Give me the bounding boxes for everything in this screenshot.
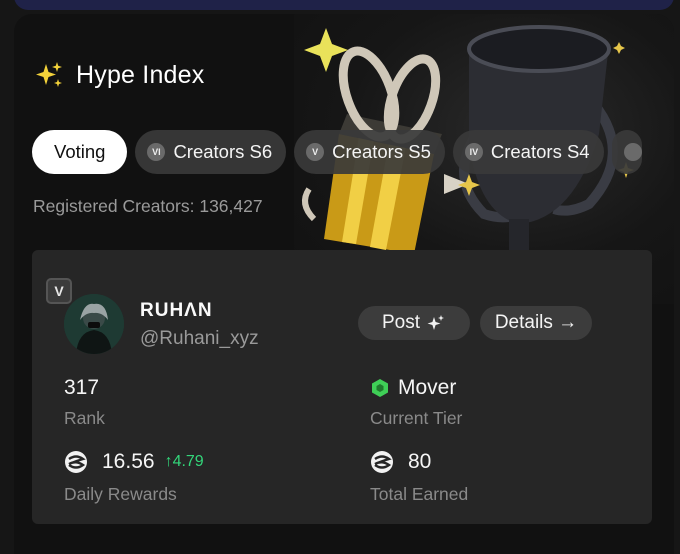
tab-label: Voting — [54, 141, 106, 162]
user-handle[interactable]: @Ruhani_xyz — [140, 328, 259, 350]
tier-value-row: Mover — [370, 376, 456, 400]
title-row: Hype Index — [34, 60, 204, 90]
daily-rewards-row: 16.56 ↑4.79 — [64, 450, 204, 474]
post-button-label: Post — [381, 312, 421, 333]
tab-label: Creators S6 — [173, 141, 273, 162]
hexagon-tier-icon — [372, 379, 388, 397]
total-earned-label: Total Earned — [370, 484, 469, 504]
season-badge-icon: V — [306, 143, 325, 161]
tab-label: Creators S4 — [490, 141, 590, 162]
coin-icon — [65, 451, 87, 473]
tab-creators-s6[interactable]: VI Creators S6 — [135, 130, 287, 174]
season-tabs: Voting VI Creators S6 V Creators S5 IV C… — [32, 130, 642, 174]
star-icon — [613, 42, 625, 54]
total-earned-row: 80 — [370, 450, 431, 474]
daily-rewards-delta: ↑4.79 — [164, 453, 204, 470]
tab-creators-s4[interactable]: IV Creators S4 — [452, 130, 604, 174]
rank-value: 317 — [64, 376, 100, 399]
sparkle-icon — [36, 62, 62, 87]
daily-rewards-value: 16.56 — [102, 450, 155, 473]
registered-creators: Registered Creators: 136,427 — [33, 196, 263, 217]
registered-label: Registered Creators: — [33, 196, 195, 216]
creator-card: V RUHΛN @Ruhani_xyz Post Details → 317 R… — [32, 250, 652, 524]
season-badge-icon: VI — [147, 143, 166, 161]
post-button[interactable]: Post — [358, 306, 470, 340]
registered-count: 136,427 — [199, 196, 263, 216]
avatar-image — [64, 294, 124, 354]
details-button[interactable]: Details → — [480, 306, 592, 340]
tab-creators-s5[interactable]: V Creators S5 — [294, 130, 445, 174]
top-banner-edge — [14, 0, 674, 10]
daily-rewards-label: Daily Rewards — [64, 484, 177, 504]
coin-icon — [371, 451, 393, 473]
tab-label: Creators S5 — [332, 141, 431, 162]
tier-label: Current Tier — [370, 408, 463, 428]
total-earned-value: 80 — [408, 450, 432, 473]
sparkle-icon — [427, 315, 445, 330]
page-title: Hype Index — [76, 60, 205, 89]
hype-index-panel: Hype Index Voting VI Creators S6 V Creat… — [14, 14, 674, 554]
tab-voting[interactable]: Voting — [32, 130, 128, 174]
season-badge-icon: V — [46, 278, 72, 304]
season-badge-icon: IV — [464, 143, 483, 161]
user-name: RUHΛN — [140, 300, 213, 321]
tab-overflow[interactable] — [611, 130, 642, 174]
rank-label: Rank — [64, 408, 105, 428]
details-button-label: Details → — [494, 312, 578, 333]
tier-value: Mover — [398, 376, 457, 399]
season-badge-icon — [623, 143, 642, 161]
avatar[interactable] — [64, 294, 124, 354]
